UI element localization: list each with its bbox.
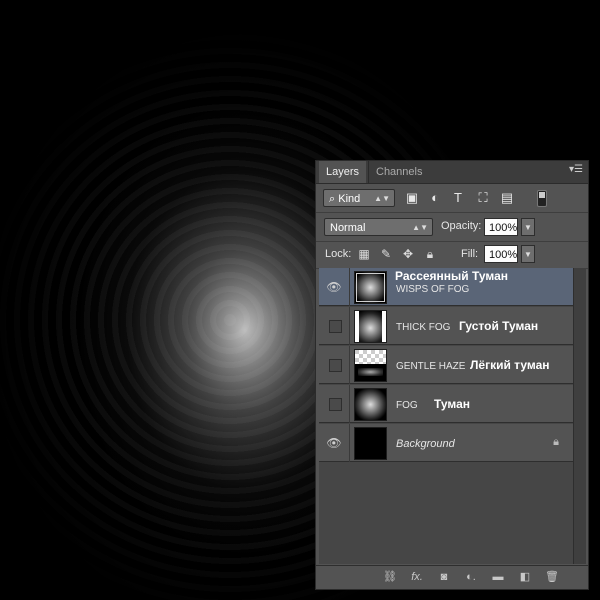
layer-thumbnail (354, 427, 387, 460)
panel-tabbar: Layers Channels ▾☰ (316, 161, 588, 184)
lock-row: Lock: ▦ ✎ ✥ 🔒︎ Fill: 100% ▼ (316, 242, 588, 269)
layers-panel: Layers Channels ▾☰ ⌕ Kind ▲▼ ▣ ◐ T ⛶ ▤ N… (315, 160, 589, 590)
kind-label: Kind (338, 193, 361, 205)
lock-image-pixels-icon[interactable]: ✎ (379, 247, 393, 261)
layer-thumbnail (354, 349, 387, 382)
adjustment-filter-icon[interactable]: ◐ (427, 190, 443, 206)
layer-thumbnail (354, 388, 387, 421)
fill-label: Fill: (461, 248, 479, 260)
image-filter-icon[interactable]: ▣ (404, 190, 420, 206)
chevron-down-icon: ▲▼ (374, 194, 390, 203)
visibility-toggle[interactable] (319, 307, 350, 345)
search-icon: ⌕ (329, 193, 336, 205)
panel-menu-icon[interactable]: ▾☰ (568, 163, 584, 177)
lock-transparent-pixels-icon[interactable]: ▦ (357, 247, 371, 261)
opacity-label: Opacity: (441, 220, 482, 232)
type-filter-icon[interactable]: T (450, 190, 466, 206)
lock-all-icon[interactable]: 🔒︎ (423, 247, 437, 261)
blend-row: Normal ▲▼ Opacity: 100% ▼ (316, 213, 588, 242)
layer-row-thick-fog[interactable]: THICK FOG Густой Туман (319, 307, 573, 345)
chevron-down-icon: ▲▼ (412, 223, 428, 232)
trash-icon[interactable]: 🗑︎ (544, 570, 560, 584)
opacity-input[interactable]: 100% (484, 218, 518, 236)
layer-annotation-ru: Густой Туман (459, 319, 539, 333)
visibility-box (329, 398, 342, 411)
adjustment-layer-icon[interactable]: ◐. (463, 570, 479, 584)
layer-annotation-ru: Рассеянный Туман (395, 269, 509, 283)
visibility-toggle[interactable] (319, 346, 350, 384)
layer-mask-icon[interactable]: ◙ (436, 570, 452, 584)
link-layers-icon[interactable]: ⛓︎ (382, 570, 398, 584)
layer-annotation-ru: Туман (434, 397, 471, 411)
filter-row: ⌕ Kind ▲▼ ▣ ◐ T ⛶ ▤ (316, 184, 588, 213)
visibility-box (329, 359, 342, 372)
layer-name[interactable]: Background (396, 438, 455, 450)
layer-lock-icon: 🔒︎ (553, 436, 559, 448)
layer-thumbnail (354, 310, 387, 343)
visibility-eye-icon[interactable]: 👁︎ (319, 424, 350, 462)
fill-input[interactable]: 100% (484, 245, 518, 263)
layer-row-background[interactable]: 👁︎ Background 🔒︎ (319, 424, 573, 462)
lock-position-icon[interactable]: ✥ (401, 247, 415, 261)
layer-row-gentle-haze[interactable]: GENTLE HAZE Лёгкий туман (319, 346, 573, 384)
kind-filter-dropdown[interactable]: ⌕ Kind ▲▼ (323, 189, 395, 207)
layer-name[interactable]: WISPS OF FOG (396, 284, 469, 295)
layer-name[interactable]: GENTLE HAZE (396, 361, 465, 372)
visibility-eye-icon[interactable]: 👁︎ (319, 268, 350, 306)
layer-name[interactable]: FOG (396, 400, 418, 411)
tab-layers[interactable]: Layers (319, 161, 367, 183)
new-layer-icon[interactable]: ◧ (517, 570, 533, 584)
opacity-dropdown-button[interactable]: ▼ (521, 218, 535, 236)
layer-list-scrollbar[interactable] (573, 268, 586, 564)
filter-toggle[interactable] (537, 190, 547, 207)
tab-channels[interactable]: Channels (368, 161, 429, 183)
new-group-icon[interactable]: ▬ (490, 570, 506, 584)
panel-bottom-toolbar: ⛓︎ fx. ◙ ◐. ▬ ◧ 🗑︎ (316, 565, 588, 589)
layer-thumbnail (354, 271, 387, 304)
visibility-box (329, 320, 342, 333)
lock-label: Lock: (325, 248, 352, 260)
visibility-toggle[interactable] (319, 385, 350, 423)
blend-mode-dropdown[interactable]: Normal ▲▼ (324, 218, 433, 236)
fx-icon[interactable]: fx. (409, 570, 425, 584)
smart-object-filter-icon[interactable]: ▤ (499, 190, 515, 206)
layer-list: 👁︎ Рассеянный Туман WISPS OF FOG THICK F… (319, 268, 573, 564)
layer-row-wisps-of-fog[interactable]: 👁︎ Рассеянный Туман WISPS OF FOG (319, 268, 573, 306)
layer-row-fog[interactable]: FOG Туман (319, 385, 573, 423)
fill-dropdown-button[interactable]: ▼ (521, 245, 535, 263)
shape-filter-icon[interactable]: ⛶ (475, 190, 491, 206)
blend-mode-value: Normal (330, 222, 366, 234)
layer-name[interactable]: THICK FOG (396, 322, 450, 333)
layer-annotation-ru: Лёгкий туман (470, 358, 550, 372)
